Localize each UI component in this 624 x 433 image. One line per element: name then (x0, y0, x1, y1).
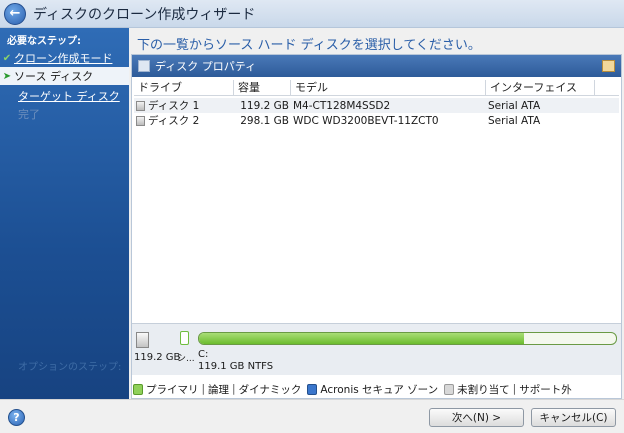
panel-options-icon[interactable] (602, 60, 615, 72)
disk-properties-icon (138, 60, 150, 72)
panel-title: ディスク プロパティ (155, 60, 257, 73)
steps-pane: 必要なステップ: ✔ クローン作成モード ➤ ソース ディスク ターゲット ディ… (0, 28, 129, 399)
help-icon[interactable]: ? (8, 409, 25, 426)
drive-capacity: 119.2 GB (240, 99, 289, 112)
disk-map: 119.2 GB シ... C: 119.1 GB NTFS (132, 323, 621, 375)
check-icon: ✔ (2, 52, 12, 64)
current-step-arrow-icon: ➤ (2, 70, 12, 82)
column-header-capacity[interactable]: 容量 (234, 80, 291, 96)
column-header-drive[interactable]: ドライブ (134, 80, 234, 96)
unallocated-swatch-icon (444, 383, 455, 395)
step-target-disk[interactable]: ターゲット ディスク (0, 87, 129, 105)
partition-letter: C: (198, 349, 209, 360)
step-clone-mode[interactable]: ✔ クローン作成モード (0, 49, 129, 67)
legend-primary: プライマリ (146, 383, 199, 396)
disk-icon (136, 332, 149, 348)
optional-steps-link[interactable]: オプションのステップ: (18, 358, 121, 373)
legend-unsupported: サポート外 (519, 383, 572, 396)
primary-partition-swatch-icon (133, 383, 143, 395)
table-row[interactable]: ディスク 2 298.1 GB WDC WD3200BEVT-11ZCT0 Se… (134, 113, 619, 128)
drive-capacity: 298.1 GB (240, 114, 289, 127)
drive-name: ディスク 2 (148, 115, 200, 127)
legend-dynamic: ダイナミック (238, 383, 302, 396)
partition-info: 119.1 GB NTFS (198, 361, 274, 372)
window-title: ディスクのクローン作成ウィザード (33, 6, 256, 23)
panel-header: ディスク プロパティ (132, 55, 621, 77)
step-label: ソース ディスク (14, 70, 94, 83)
partition-legend: プライマリ | 論理 | ダイナミック Acronis セキュア ゾーン 未割り… (133, 382, 572, 396)
acronis-zone-swatch-icon (307, 383, 318, 395)
footer-bar: ? 次へ(N) > キャンセル(C) (0, 399, 624, 433)
title-bar: ← ディスクのクローン作成ウィザード (0, 0, 624, 28)
disk-size: 119.2 GB (134, 352, 181, 363)
legend-logical: 論理 (208, 383, 230, 396)
drive-interface: Serial ATA (488, 99, 541, 112)
step-label: 完了 (18, 108, 40, 121)
steps-heading: 必要なステップ: (7, 36, 81, 47)
cancel-button[interactable]: キャンセル(C) (531, 408, 616, 427)
partition-used-fill (199, 333, 525, 344)
step-finish: 完了 (0, 105, 129, 123)
next-button[interactable]: 次へ(N) > (429, 408, 524, 427)
table-header: ドライブ 容量 モデル インターフェイス (134, 80, 619, 96)
legend-acronis: Acronis セキュア ゾーン (320, 383, 439, 396)
legend-unallocated: 未割り当て (457, 383, 510, 396)
back-arrow-icon[interactable]: ← (4, 2, 26, 25)
drive-model: M4-CT128M4SSD2 (293, 99, 391, 112)
partition-usage-bar[interactable] (198, 332, 617, 345)
drive-interface: Serial ATA (488, 114, 541, 127)
table-row[interactable]: ディスク 1 119.2 GB M4-CT128M4SSD2 Serial AT… (134, 98, 619, 113)
column-header-interface[interactable]: インターフェイス (486, 80, 595, 96)
hard-disk-icon (136, 100, 145, 111)
column-header-model[interactable]: モデル (291, 80, 486, 96)
partition-label-truncated: シ... (177, 354, 195, 364)
step-source-disk: ➤ ソース ディスク (0, 67, 129, 85)
step-label[interactable]: ターゲット ディスク (14, 88, 120, 104)
drive-name: ディスク 1 (148, 100, 200, 112)
instruction-text: 下の一覧からソース ハード ディスクを選択してください。 (137, 38, 481, 53)
drive-model: WDC WD3200BEVT-11ZCT0 (293, 114, 439, 127)
partition-icon (180, 331, 189, 345)
step-label[interactable]: クローン作成モード (14, 50, 112, 66)
hard-disk-icon (136, 115, 145, 126)
